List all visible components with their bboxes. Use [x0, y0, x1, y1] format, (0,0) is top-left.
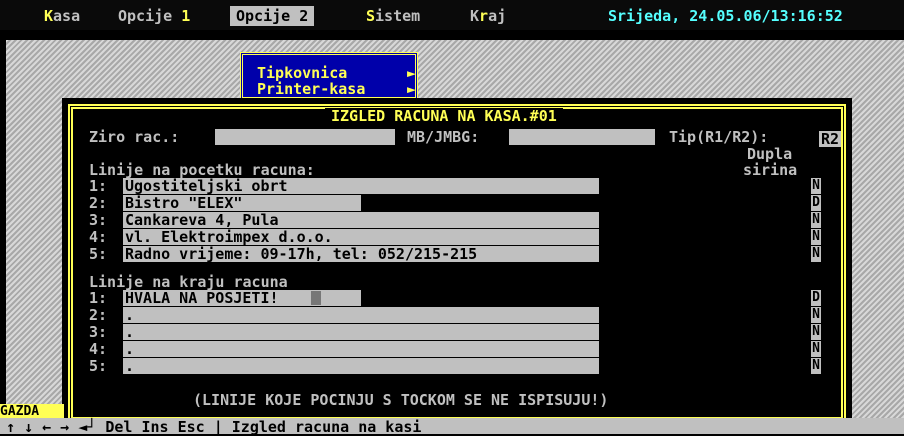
menu-kasa[interactable]: Kasa [38, 6, 86, 26]
dupla-flag[interactable]: N [811, 246, 821, 262]
menu-sistem-hotkey: S [366, 7, 376, 25]
dupla-flag[interactable]: N [811, 229, 821, 245]
footer-line-field[interactable]: . [123, 358, 599, 374]
menu-opcije-2-label: Opcije 2 [236, 7, 309, 25]
dupla-flag[interactable]: D [811, 195, 821, 211]
tip-field[interactable]: R2 [819, 131, 841, 147]
receipt-layout-dialog: IZGLED RACUNA NA KASA.#01 Ziro rac.: MB/… [62, 98, 852, 428]
sirina-label: sirina [743, 161, 798, 179]
header-line-field[interactable]: vl. Elektroimpex d.o.o. [123, 229, 599, 245]
dupla-flag[interactable]: N [811, 324, 821, 340]
mb-jmbg-field[interactable] [509, 129, 655, 145]
menu-bar: Kasa Opcije 1 Opcije 2 Sistem Kraj Srije… [0, 0, 904, 30]
menu-opcije-1-label: Opcije [118, 7, 182, 25]
key-hints: ↑ ↓ ← → ◄┘ Del Ins Esc | Izgled racuna n… [6, 418, 422, 436]
date-time-clock: Srijeda, 24.05.06/13:16:52 [608, 7, 843, 25]
header-line-field[interactable]: Radno vrijeme: 09-17h, tel: 052/215-215 [123, 246, 599, 262]
dialog-frame: IZGLED RACUNA NA KASA.#01 Ziro rac.: MB/… [68, 104, 846, 422]
tip-label: Tip(R1/R2): [669, 128, 769, 146]
menu-sistem-label: istem [375, 7, 421, 25]
header-line-field[interactable]: Ugostiteljski obrt [123, 178, 599, 194]
header-line-number: 3: [89, 211, 108, 229]
dupla-flag[interactable]: N [811, 178, 821, 194]
dialog-title: IZGLED RACUNA NA KASA.#01 [325, 108, 563, 124]
dupla-flag[interactable]: N [811, 341, 821, 357]
submenu-opcije-2: Tipkovnica ► Printer-kasa ► [240, 52, 418, 100]
footer-line-field[interactable]: . [123, 341, 599, 357]
menu-kraj-hotkey: r [479, 7, 489, 25]
footer-line-number: 5: [89, 357, 108, 375]
header-line-number: 5: [89, 245, 108, 263]
menu-sistem[interactable]: Sistem [360, 6, 426, 26]
menu-kasa-label: asa [53, 7, 81, 25]
menu-kraj-pre: K [470, 7, 480, 25]
menu-kraj-label: aj [488, 7, 507, 25]
header-line-number: 4: [89, 228, 108, 246]
arrow-right-icon: ► [407, 80, 417, 98]
dupla-flag[interactable]: D [811, 290, 821, 306]
dialog-note: (LINIJE KOJE POCINJU S TOCKOM SE NE ISPI… [193, 391, 609, 409]
menu-kasa-hotkey: K [44, 7, 54, 25]
field-selection-block [361, 290, 599, 306]
footer-line-number: 1: [89, 289, 108, 307]
dupla-flag[interactable]: N [811, 212, 821, 228]
footer-line-field[interactable]: . [123, 324, 599, 340]
ziro-field[interactable] [215, 129, 395, 145]
dupla-flag[interactable]: N [811, 307, 821, 323]
dupla-flag[interactable]: N [811, 358, 821, 374]
header-line-number: 1: [89, 177, 108, 195]
header-line-field[interactable]: Cankareva 4, Pula [123, 212, 599, 228]
submenu-item-printer-kasa[interactable]: Printer-kasa ► [257, 80, 416, 98]
menu-opcije-1-hotkey: 1 [181, 7, 191, 25]
field-selection-block [361, 195, 599, 211]
mb-jmbg-label: MB/JMBG: [407, 128, 480, 146]
footer-line-number: 2: [89, 306, 108, 324]
submenu-item-printer-kasa-label: Printer-kasa [257, 80, 366, 98]
text-cursor [311, 291, 321, 305]
footer-line-field[interactable]: . [123, 307, 599, 323]
menu-opcije-1[interactable]: Opcije 1 [112, 6, 196, 26]
menu-kraj[interactable]: Kraj [464, 6, 512, 26]
ziro-label: Ziro rac.: [89, 128, 180, 146]
footer-line-number: 3: [89, 323, 108, 341]
menu-opcije-2[interactable]: Opcije 2 [230, 6, 315, 26]
footer-line-number: 4: [89, 340, 108, 358]
header-line-number: 2: [89, 194, 108, 212]
